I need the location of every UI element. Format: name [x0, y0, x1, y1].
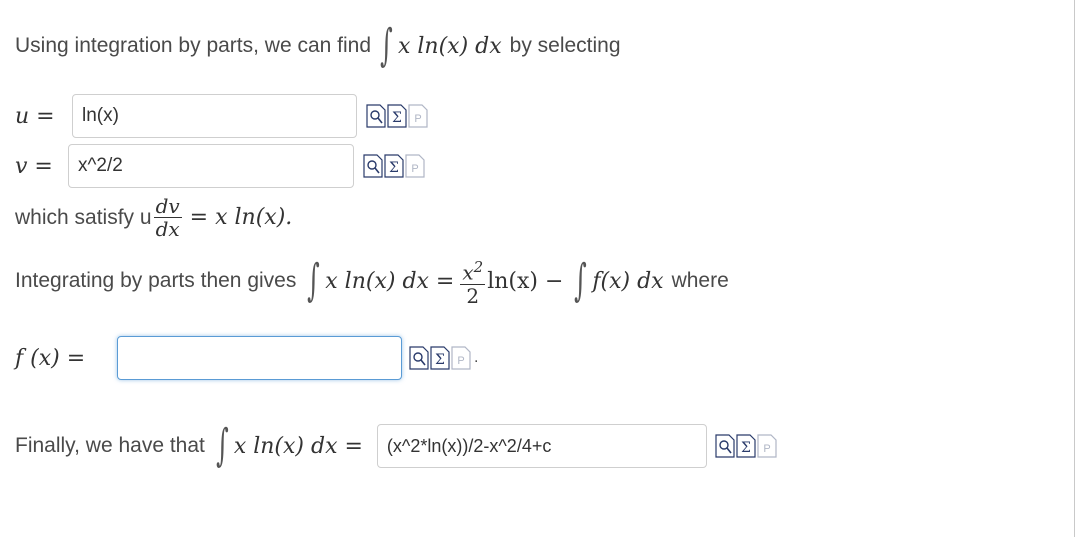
svg-text:Σ: Σ — [389, 160, 399, 176]
f-row: f (x) = Σ P . — [15, 336, 478, 380]
u-row: u = ln(x) Σ P — [15, 94, 428, 138]
svg-text:P: P — [414, 113, 421, 125]
preview-icon[interactable] — [363, 154, 383, 178]
equation-editor-icon[interactable]: Σ — [736, 434, 756, 458]
u-tools: Σ P — [366, 104, 428, 128]
integrating-line: Integrating by parts then gives ∫ x ln(x… — [15, 256, 729, 307]
finally-expr: x ln(x) dx = — [233, 433, 363, 459]
frac-denominator: 2 — [466, 283, 480, 308]
equation-editor-icon[interactable]: Σ — [384, 154, 404, 178]
satisfy-rhs: = x ln(x). — [189, 205, 293, 230]
v-row: v = x^2/2 Σ P — [15, 144, 425, 188]
satisfy-line: which satisfy u dv dx = x ln(x). — [15, 195, 292, 240]
svg-text:Σ: Σ — [392, 110, 402, 126]
v-tools: Σ P — [363, 154, 425, 178]
f-tools: Σ P — [409, 346, 471, 370]
preview-icon[interactable] — [366, 104, 386, 128]
frac-denominator: dx — [155, 217, 180, 241]
integrating-mid: ln(x) − — [487, 268, 564, 294]
dv-dx-fraction: dv dx — [153, 194, 182, 241]
intro-line: Using integration by parts, we can find … — [15, 24, 621, 68]
frac-numerator: dv — [153, 194, 182, 218]
intro-suffix: by selecting — [509, 34, 621, 57]
svg-text:Σ: Σ — [741, 440, 751, 456]
integral-sign-icon: ∫ — [216, 420, 229, 471]
integrating-rhs: f(x) dx — [592, 268, 664, 294]
paste-icon[interactable]: P — [408, 104, 428, 128]
paste-icon[interactable]: P — [757, 434, 777, 458]
equation-editor-icon[interactable]: Σ — [387, 104, 407, 128]
right-border — [1074, 0, 1075, 537]
paste-icon[interactable]: P — [451, 346, 471, 370]
f-label: f (x) = — [15, 345, 86, 371]
v-label: v = — [15, 153, 53, 179]
integrating-lhs: x ln(x) dx = — [325, 268, 455, 294]
svg-text:P: P — [763, 443, 770, 455]
u-input[interactable]: ln(x) — [72, 94, 357, 138]
equation-editor-icon[interactable]: Σ — [430, 346, 450, 370]
integral-sign-icon: ∫ — [380, 20, 393, 71]
integral-sign-icon: ∫ — [307, 255, 321, 307]
final-tools: Σ P — [715, 434, 777, 458]
integrating-prefix: Integrating by parts then gives — [15, 269, 297, 293]
intro-prefix: Using integration by parts, we can find — [15, 34, 372, 57]
frac-num-base: x — [462, 260, 474, 285]
svg-text:P: P — [411, 163, 418, 175]
frac-numerator: x2 — [460, 256, 486, 285]
f-row-period: . — [474, 349, 479, 366]
svg-text:Σ: Σ — [435, 352, 445, 368]
preview-icon[interactable] — [409, 346, 429, 370]
paste-icon[interactable]: P — [405, 154, 425, 178]
finally-line: Finally, we have that ∫ x ln(x) dx = (x^… — [15, 424, 777, 468]
x2-over-2-fraction: x2 2 — [460, 256, 486, 308]
integrating-suffix: where — [671, 269, 729, 293]
f-input[interactable] — [117, 336, 402, 380]
finally-prefix: Finally, we have that — [15, 434, 205, 457]
intro-integrand: x ln(x) dx — [397, 33, 502, 59]
svg-text:P: P — [457, 355, 464, 367]
u-label: u = — [15, 103, 55, 129]
final-answer-input[interactable]: (x^2*ln(x))/2-x^2/4+c — [376, 424, 707, 468]
frac-num-exponent: 2 — [473, 258, 484, 276]
satisfy-prefix: which satisfy u — [15, 205, 152, 229]
preview-icon[interactable] — [715, 434, 735, 458]
integral-sign-icon: ∫ — [574, 255, 588, 307]
v-input[interactable]: x^2/2 — [68, 144, 354, 188]
